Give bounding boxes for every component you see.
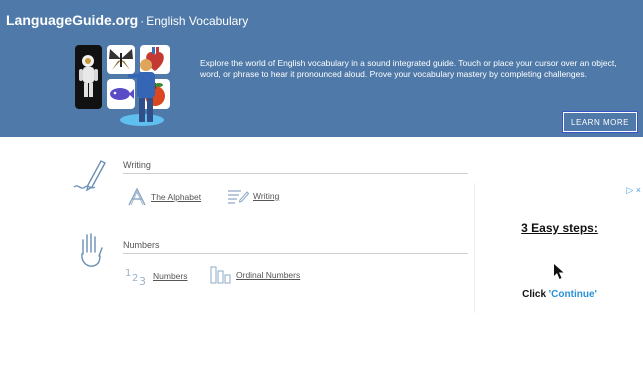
student-illustration-icon — [128, 59, 155, 122]
digits-123-icon: 1 2 3 — [125, 268, 146, 286]
link-the-alphabet[interactable]: The Alphabet — [127, 188, 201, 206]
intro-text: Explore the world of English vocabulary … — [200, 58, 617, 79]
header-banner: LanguageGuide.org · English Vocabulary E… — [0, 0, 643, 137]
link-ordinal-numbers[interactable]: Ordinal Numbers — [210, 266, 300, 284]
section-title-writing: Writing — [123, 160, 151, 170]
svg-text:3: 3 — [139, 275, 146, 286]
astronaut-icon — [79, 55, 98, 97]
link-label[interactable]: Writing — [253, 191, 279, 201]
link-label[interactable]: Numbers — [153, 271, 187, 281]
ad-call-to-action[interactable]: Click 'Continue' — [475, 289, 643, 300]
section-divider — [123, 173, 468, 174]
writing-lines-icon — [228, 190, 249, 204]
site-name[interactable]: LanguageGuide.org — [6, 12, 138, 28]
ordinal-bars-icon — [210, 266, 231, 284]
ad-cta-prefix: Click — [522, 289, 549, 300]
ad-cta-highlight: 'Continue' — [548, 289, 597, 300]
astronaut-tile — [75, 45, 102, 109]
section-title-numbers: Numbers — [123, 240, 160, 250]
svg-text:1: 1 — [125, 268, 131, 279]
site-subtitle: English Vocabulary — [146, 14, 249, 28]
pencil-icon — [73, 160, 106, 192]
mouse-pointer-icon — [554, 264, 564, 279]
section-divider — [123, 253, 468, 254]
link-label[interactable]: Ordinal Numbers — [236, 270, 300, 280]
ad-heading: 3 Easy steps: — [521, 221, 598, 235]
link-numbers[interactable]: 1 2 3 Numbers — [125, 266, 187, 286]
letter-a-icon — [128, 188, 146, 206]
counting-hand-icon — [81, 233, 103, 267]
svg-text:2: 2 — [132, 273, 138, 284]
advertisement-panel[interactable]: ▷ × 3 Easy steps: Click 'Continue' — [474, 183, 643, 313]
ad-choices-icon[interactable]: ▷ × — [626, 185, 641, 196]
site-brand[interactable]: LanguageGuide.org · English Vocabulary — [6, 12, 248, 30]
vocabulary-collage — [70, 42, 180, 132]
brand-separator: · — [140, 14, 145, 28]
link-writing[interactable]: Writing — [227, 188, 279, 204]
link-label[interactable]: The Alphabet — [151, 192, 201, 202]
learn-more-button[interactable]: LEARN MORE — [562, 111, 638, 133]
